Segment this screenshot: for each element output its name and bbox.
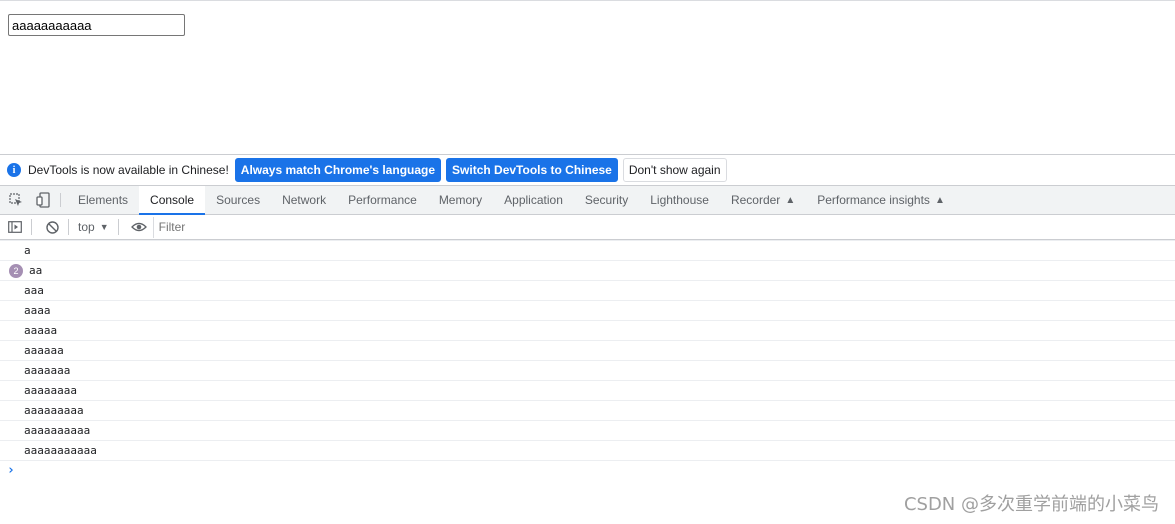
console-message: a <box>0 241 1175 261</box>
text-input[interactable] <box>8 14 185 36</box>
dropdown-arrow-icon: ▼ <box>99 222 109 232</box>
toolbar-divider <box>68 219 69 235</box>
tab-recorder[interactable]: Recorder ▲ <box>720 186 806 214</box>
repeat-count-badge: 2 <box>9 264 23 278</box>
console-message: aaaaaaaaaa <box>0 421 1175 441</box>
console-message-text: aaaaaaaaaa <box>24 424 91 437</box>
experiment-flask-icon: ▲ <box>934 194 945 206</box>
tab-memory[interactable]: Memory <box>428 186 493 214</box>
console-message: aaaaaaaaaaa <box>0 441 1175 461</box>
language-infobar: i DevTools is now available in Chinese! … <box>0 155 1175 186</box>
tab-performance-insights-label: Performance insights <box>817 193 930 207</box>
console-message-text: aaaaaaaaa <box>24 404 84 417</box>
dont-show-again-button[interactable]: Don't show again <box>622 158 727 182</box>
tab-network[interactable]: Network <box>271 186 337 214</box>
devtools-tabbar: Elements Console Sources Network Perform… <box>0 186 1175 215</box>
console-message: 2 aa <box>0 261 1175 281</box>
tabbar-divider <box>60 193 61 207</box>
tab-security[interactable]: Security <box>574 186 639 214</box>
clear-console-icon[interactable] <box>41 217 63 237</box>
console-message-text: a <box>24 244 31 257</box>
console-message-text: aaa <box>24 284 44 297</box>
tab-performance[interactable]: Performance <box>337 186 428 214</box>
always-match-language-button[interactable]: Always match Chrome's language <box>234 158 442 182</box>
console-messages: a 2 aa aaa aaaa aaaaa aaaaaa aaaaaaa aaa… <box>0 240 1175 479</box>
tab-lighthouse[interactable]: Lighthouse <box>639 186 720 214</box>
prompt-chevron-icon: › <box>7 462 15 478</box>
console-message-text: aaaa <box>24 304 51 317</box>
console-message-text: aa <box>29 264 43 277</box>
console-message-text: aaaaaa <box>24 344 64 357</box>
console-message-text: aaaaaaaa <box>24 384 77 397</box>
device-toolbar-icon[interactable] <box>32 186 54 214</box>
console-message: aaaaaa <box>0 341 1175 361</box>
toolbar-divider <box>117 219 119 235</box>
console-message: aaaaaaaaa <box>0 401 1175 421</box>
tab-elements[interactable]: Elements <box>67 186 139 214</box>
console-message-text: aaaaaaa <box>24 364 71 377</box>
console-prompt[interactable]: › <box>0 461 1175 479</box>
console-message: aaaaaaaa <box>0 381 1175 401</box>
tab-sources[interactable]: Sources <box>205 186 271 214</box>
tab-performance-insights[interactable]: Performance insights ▲ <box>806 186 956 214</box>
tab-console[interactable]: Console <box>139 186 206 215</box>
page-viewport <box>0 0 1175 154</box>
console-message: aaaa <box>0 301 1175 321</box>
context-selector[interactable]: top ▼ <box>74 220 113 234</box>
console-toolbar: top ▼ <box>0 215 1175 240</box>
console-filter-input[interactable] <box>152 216 1171 238</box>
tab-application[interactable]: Application <box>493 186 574 214</box>
live-expression-eye-icon[interactable] <box>128 217 150 237</box>
infobar-message: DevTools is now available in Chinese! <box>28 163 229 177</box>
context-selector-value: top <box>78 220 95 234</box>
sidebar-toggle-icon[interactable] <box>4 217 26 237</box>
console-message-text: aaaaaaaaaaa <box>24 444 97 457</box>
inspect-element-icon[interactable] <box>5 186 27 214</box>
devtools-panel: i DevTools is now available in Chinese! … <box>0 154 1175 524</box>
console-message: aaa <box>0 281 1175 301</box>
experiment-flask-icon: ▲ <box>785 194 796 206</box>
console-message: aaaaa <box>0 321 1175 341</box>
toolbar-divider <box>31 219 32 235</box>
watermark: CSDN @多次重学前端的小菜鸟 <box>903 494 1159 515</box>
console-message-text: aaaaa <box>24 324 58 337</box>
tab-recorder-label: Recorder <box>730 193 781 207</box>
switch-to-chinese-button[interactable]: Switch DevTools to Chinese <box>446 158 618 182</box>
info-icon: i <box>7 163 21 177</box>
console-message: aaaaaaa <box>0 361 1175 381</box>
